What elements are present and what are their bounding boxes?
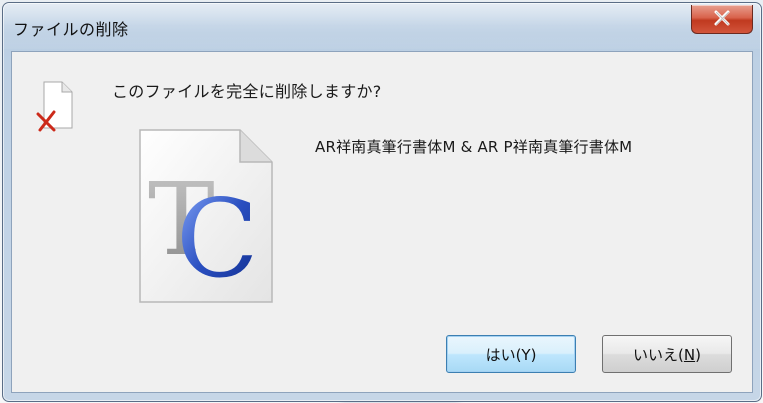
no-button-label-end: ) xyxy=(695,345,701,364)
confirmation-question: このファイルを完全に削除しますか? xyxy=(112,82,382,101)
no-button-label: いいえ( xyxy=(633,345,684,364)
dialog-content: このファイルを完全に削除しますか? T C AR祥南真筆行書体M & AR P祥… xyxy=(11,51,753,393)
truetype-collection-font-icon: T C xyxy=(139,129,273,303)
yes-button[interactable]: はい(Y) xyxy=(446,335,576,373)
font-letter-c: C xyxy=(176,177,259,302)
title-bar[interactable]: ファイルの削除 xyxy=(3,3,761,49)
no-button[interactable]: いいえ(N) xyxy=(602,335,732,373)
close-icon xyxy=(714,10,730,26)
file-name: AR祥南真筆行書体M & AR P祥南真筆行書体M xyxy=(315,138,633,156)
close-button[interactable] xyxy=(691,5,753,34)
no-button-access-key: N xyxy=(683,345,696,364)
deleted-file-icon xyxy=(36,81,73,132)
delete-file-dialog: ファイルの削除 このファイルを完全に削除しますか? T C AR祥南真筆行書体M… xyxy=(2,2,762,402)
window-title: ファイルの削除 xyxy=(13,20,129,39)
